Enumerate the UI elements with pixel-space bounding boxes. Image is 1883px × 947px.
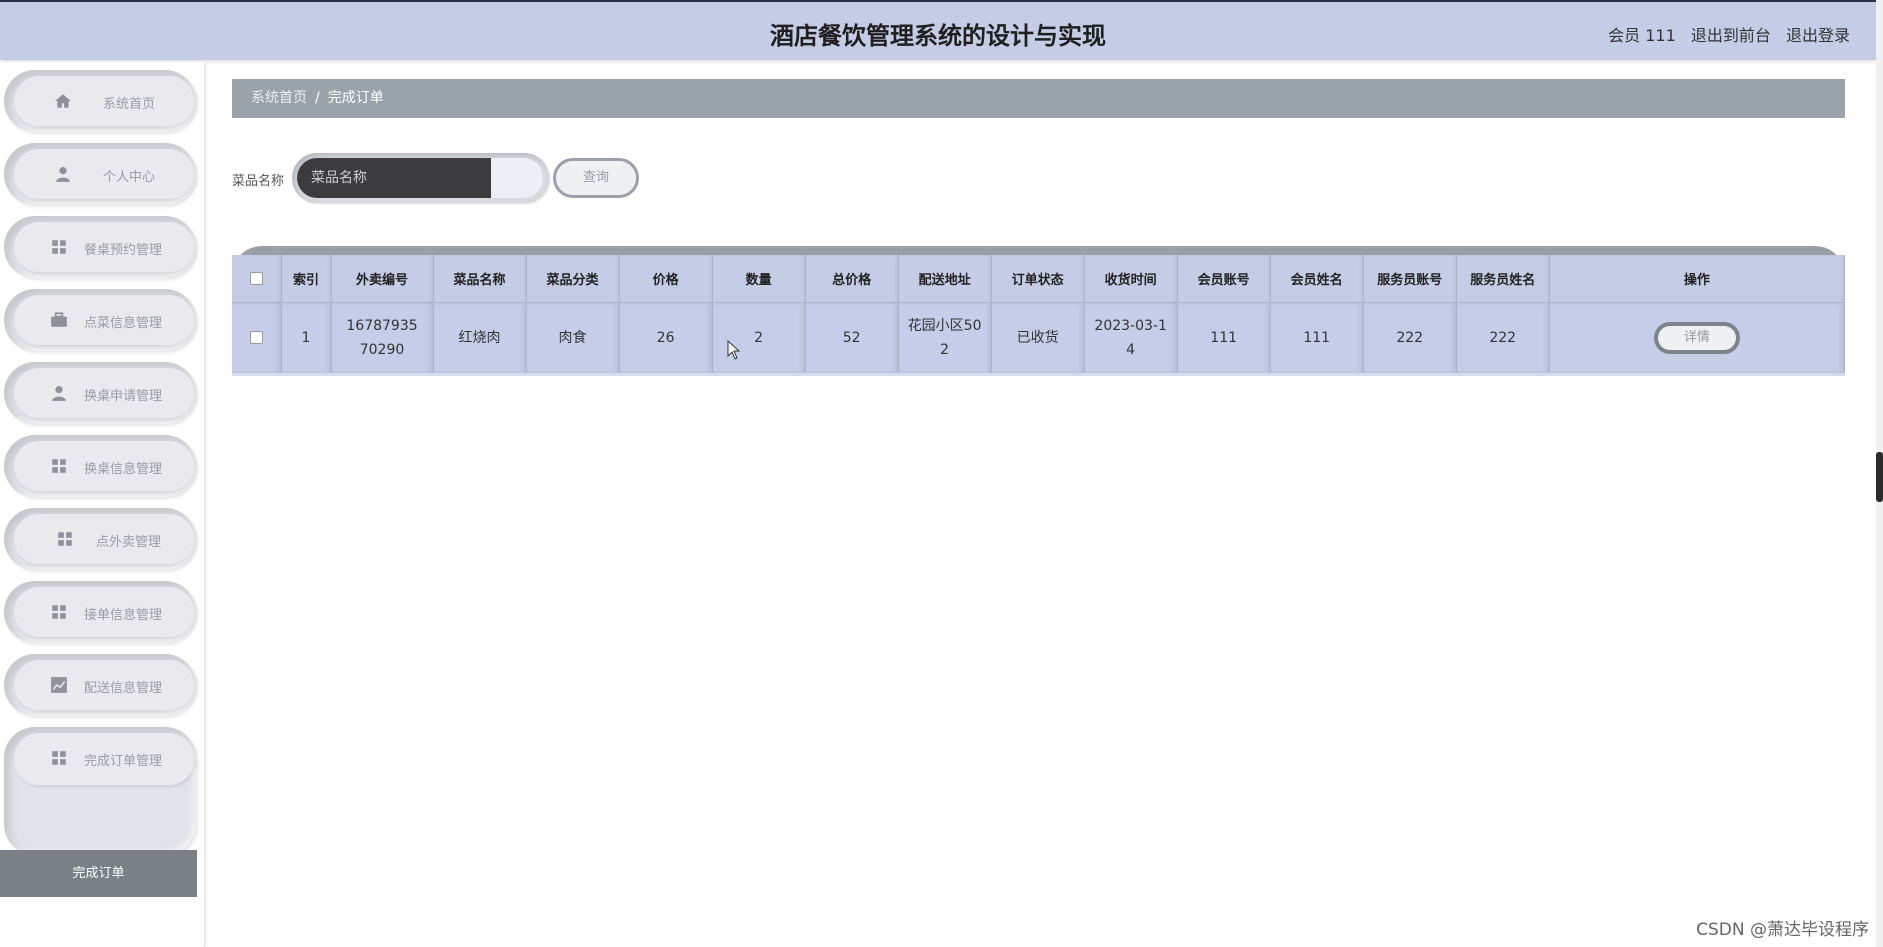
orders-table: 索引 外卖编号 菜品名称 菜品分类 价格 数量 总价格 配送地址 订单状态 收货… <box>232 255 1846 376</box>
user-icon <box>56 167 70 182</box>
column-header: 菜品分类 <box>526 255 620 303</box>
column-header: 订单状态 <box>991 255 1085 303</box>
cell-time: 2023-03-14 <box>1084 302 1178 376</box>
cell-total: 52 <box>805 302 899 376</box>
sidebar: 系统首页 个人中心 餐桌预约管理 点菜信息管理 换桌申请管理 换桌信息管理 点外… <box>0 62 205 947</box>
query-button[interactable]: 查询 <box>553 158 639 198</box>
grid-icon <box>52 240 66 254</box>
sidebar-item-table-booking[interactable]: 餐桌预约管理 <box>4 216 196 278</box>
cell-address-text: 花园小区502 <box>907 317 982 358</box>
column-header: 菜品名称 <box>433 255 527 303</box>
cell-waiter-name: 222 <box>1456 302 1550 376</box>
mouse-cursor-icon <box>727 340 741 360</box>
logout-link[interactable]: 退出登录 <box>1786 26 1850 45</box>
sidebar-item-delivery[interactable]: 配送信息管理 <box>4 654 196 716</box>
chart-icon <box>51 677 67 693</box>
breadcrumb-separator: / <box>315 90 320 106</box>
cell-actions: 详情 <box>1549 302 1846 376</box>
cell-status: 已收货 <box>991 302 1085 376</box>
sidebar-item-label: 点外卖管理 <box>96 535 162 550</box>
cell-qty: 2 <box>712 302 806 376</box>
user-area: 会员 111 退出到前台 退出登录 <box>1608 22 1850 46</box>
grid-icon <box>52 605 66 619</box>
cell-time-text: 2023-03-14 <box>1094 317 1167 358</box>
row-select-cell <box>232 302 282 376</box>
column-header: 服务员账号 <box>1363 255 1457 303</box>
select-all-header <box>232 255 282 303</box>
grid-icon <box>52 459 66 473</box>
breadcrumb: 系统首页 / 完成订单 <box>232 79 1845 118</box>
cell-price: 26 <box>619 302 713 376</box>
sidebar-item-table-change-request[interactable]: 换桌申请管理 <box>4 362 196 424</box>
search-input-end <box>491 158 543 198</box>
home-icon <box>55 94 71 108</box>
column-header: 总价格 <box>805 255 899 303</box>
sidebar-item-accept-orders[interactable]: 接单信息管理 <box>4 581 196 643</box>
detail-button[interactable]: 详情 <box>1653 321 1740 354</box>
page-title: 酒店餐饮管理系统的设计与实现 <box>770 22 1106 50</box>
exit-to-front-link[interactable]: 退出到前台 <box>1691 26 1771 45</box>
table-header-row: 索引 外卖编号 菜品名称 菜品分类 价格 数量 总价格 配送地址 订单状态 收货… <box>232 255 1846 303</box>
submenu-completed-orders[interactable]: 完成订单 <box>0 850 197 897</box>
select-all-checkbox[interactable] <box>249 271 263 285</box>
cell-index: 1 <box>281 302 332 376</box>
page-scrollbar[interactable] <box>1876 0 1883 947</box>
scrollbar-thumb[interactable] <box>1876 452 1883 502</box>
user-icon <box>52 386 66 401</box>
column-header: 数量 <box>712 255 806 303</box>
breadcrumb-current: 完成订单 <box>327 90 384 106</box>
watermark: CSDN @萧达毕设程序 <box>1696 920 1869 940</box>
sidebar-item-label: 完成订单管理 <box>84 754 163 769</box>
top-header: 酒店餐饮管理系统的设计与实现 会员 111 退出到前台 退出登录 <box>0 0 1876 60</box>
search-box <box>292 153 549 203</box>
sidebar-item-table-change-info[interactable]: 换桌信息管理 <box>4 435 196 497</box>
sidebar-item-label: 接单信息管理 <box>84 608 163 623</box>
cell-order-no-text: 1678793570290 <box>346 317 418 358</box>
sidebar-item-label: 换桌信息管理 <box>84 462 163 477</box>
search-label: 菜品名称 <box>232 174 285 189</box>
sidebar-item-label: 个人中心 <box>103 170 156 185</box>
sidebar-item-takeout[interactable]: 点外卖管理 <box>4 508 196 570</box>
column-header: 服务员姓名 <box>1456 255 1550 303</box>
column-header: 外卖编号 <box>331 255 434 303</box>
cell-dish: 红烧肉 <box>433 302 527 376</box>
sidebar-item-label: 点菜信息管理 <box>84 316 163 331</box>
sidebar-item-completed-orders[interactable]: 完成订单管理 <box>4 727 196 855</box>
briefcase-icon <box>51 312 67 327</box>
sidebar-item-label: 换桌申请管理 <box>84 389 163 404</box>
orders-table-container: 索引 外卖编号 菜品名称 菜品分类 价格 数量 总价格 配送地址 订单状态 收货… <box>232 246 1846 376</box>
grid-icon <box>58 532 72 546</box>
sidebar-item-home[interactable]: 系统首页 <box>4 70 196 132</box>
column-header: 操作 <box>1549 255 1846 303</box>
column-header: 价格 <box>619 255 713 303</box>
cell-waiter-account: 222 <box>1363 302 1457 376</box>
cell-category: 肉食 <box>526 302 620 376</box>
column-header: 配送地址 <box>898 255 992 303</box>
cell-member-account: 111 <box>1177 302 1271 376</box>
sidebar-item-order-dishes[interactable]: 点菜信息管理 <box>4 289 196 351</box>
table-row: 1 1678793570290 红烧肉 肉食 26 2 52 花园小区502 已… <box>232 302 1846 376</box>
grid-icon <box>52 751 66 765</box>
dish-name-input[interactable] <box>297 158 491 198</box>
sidebar-item-label: 餐桌预约管理 <box>84 243 163 258</box>
sidebar-item-label: 系统首页 <box>103 97 156 112</box>
breadcrumb-home[interactable]: 系统首页 <box>251 90 307 106</box>
cell-address: 花园小区502 <box>898 302 992 376</box>
cell-order-no: 1678793570290 <box>331 302 434 376</box>
column-header: 收货时间 <box>1084 255 1178 303</box>
column-header: 索引 <box>281 255 332 303</box>
sidebar-item-label: 配送信息管理 <box>84 681 163 696</box>
sidebar-item-profile[interactable]: 个人中心 <box>4 143 196 205</box>
column-header: 会员账号 <box>1177 255 1271 303</box>
column-header: 会员姓名 <box>1270 255 1364 303</box>
cell-member-name: 111 <box>1270 302 1364 376</box>
user-label: 会员 111 <box>1608 26 1676 45</box>
row-checkbox[interactable] <box>249 331 263 344</box>
